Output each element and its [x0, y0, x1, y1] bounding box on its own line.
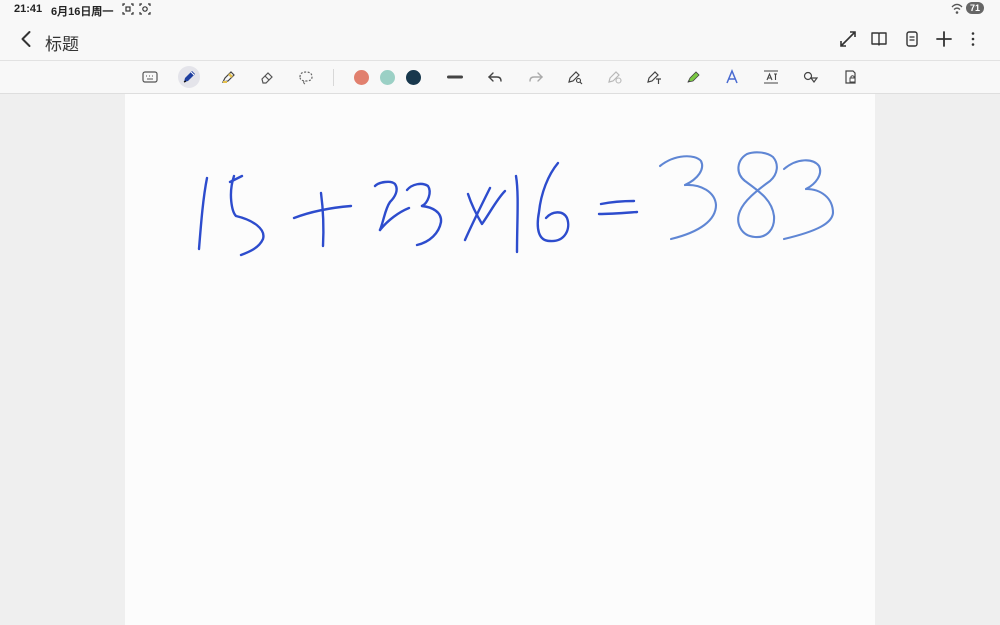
- note-canvas[interactable]: [125, 94, 875, 625]
- eraser-icon[interactable]: [256, 66, 278, 88]
- highlighter-icon[interactable]: [217, 66, 239, 88]
- more-icon[interactable]: [963, 29, 983, 49]
- status-time: 21:41: [14, 3, 43, 15]
- book-icon[interactable]: [869, 29, 889, 49]
- expand-icon[interactable]: [838, 29, 858, 49]
- stroke-equals: [599, 199, 636, 206]
- stroke-digit-1: [197, 176, 209, 251]
- keyboard-icon[interactable]: [139, 66, 161, 88]
- toolbar-divider: [333, 69, 334, 86]
- handwritten-equation: [197, 151, 835, 257]
- color-swatch-mint[interactable]: [380, 70, 395, 85]
- color-swatch-coral[interactable]: [354, 70, 369, 85]
- wifi-icon: [950, 2, 964, 19]
- text-box-icon[interactable]: [760, 66, 782, 88]
- stroke-answer-8: [737, 151, 778, 239]
- color-swatch-navy[interactable]: [406, 70, 421, 85]
- redo-icon[interactable]: [525, 66, 547, 88]
- pen-timer-icon[interactable]: [604, 66, 626, 88]
- lasso-icon[interactable]: [295, 66, 317, 88]
- lock-icon[interactable]: [839, 66, 861, 88]
- stroke-digit-6: [536, 161, 570, 243]
- stroke-answer-3: [658, 155, 704, 187]
- undo-icon[interactable]: [484, 66, 506, 88]
- title-bar: 标题: [0, 20, 1000, 60]
- document-icon[interactable]: [902, 29, 922, 49]
- stroke-digit-1-second: [514, 174, 519, 254]
- marker-icon[interactable]: [682, 66, 704, 88]
- page-title[interactable]: 标题: [45, 30, 79, 55]
- back-button[interactable]: [17, 29, 37, 49]
- stroke-answer-3-second: [782, 159, 822, 191]
- status-icons: [121, 2, 153, 19]
- pen-tool-icon[interactable]: [178, 66, 200, 88]
- pen-search-icon[interactable]: [564, 66, 586, 88]
- battery-indicator: 71: [966, 2, 984, 14]
- stroke-digit-3: [405, 182, 431, 208]
- add-icon[interactable]: [934, 29, 954, 49]
- text-style-icon[interactable]: [721, 66, 743, 88]
- stroke-width-icon[interactable]: [444, 66, 466, 88]
- pen-text-icon[interactable]: [643, 66, 665, 88]
- status-bar: 21:41 6月16日周一 71: [0, 0, 1000, 20]
- status-date: 6月16日周一: [51, 6, 114, 18]
- shapes-icon[interactable]: [799, 66, 821, 88]
- drawing-toolbar: [0, 60, 1000, 94]
